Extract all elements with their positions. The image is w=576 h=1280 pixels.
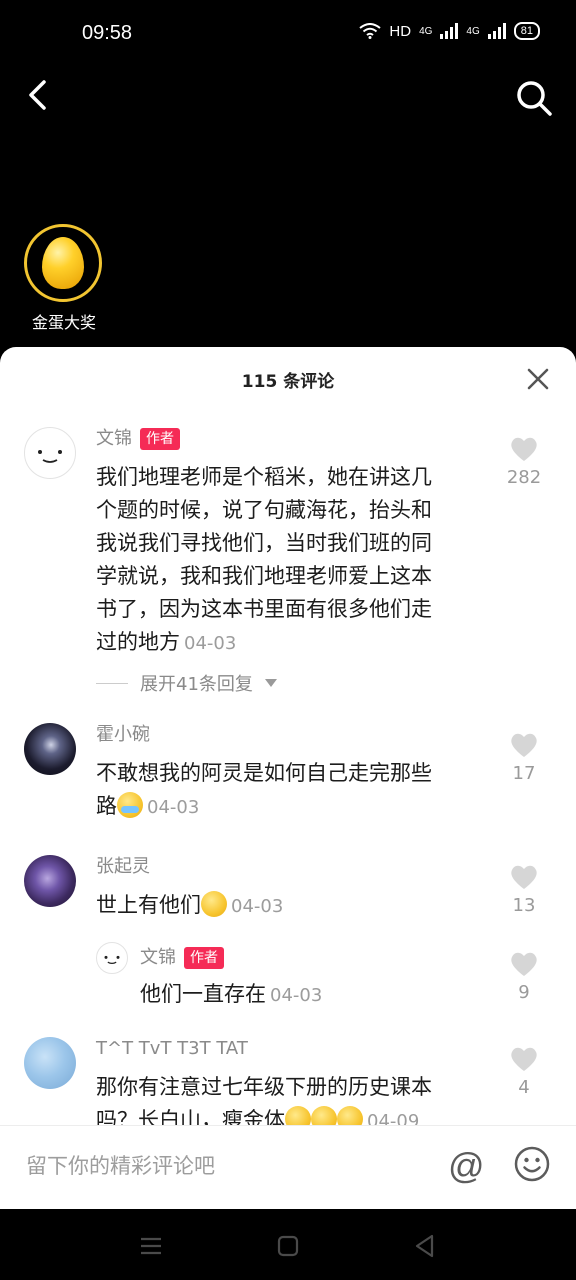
signal-icon-2 <box>487 23 506 39</box>
smiley-avatar-icon <box>104 955 120 964</box>
heart-icon <box>511 1047 537 1071</box>
signal-icon <box>440 23 459 39</box>
comment-date: 04-03 <box>270 985 323 1006</box>
expand-replies-button[interactable]: 展开41条回复 <box>96 670 277 696</box>
comment-text: 世上有他们 04-03 <box>96 889 436 923</box>
comment-body: 世上有他们 <box>96 893 201 917</box>
avatar[interactable] <box>24 427 76 479</box>
like-count: 4 <box>518 1077 530 1098</box>
like-count: 282 <box>506 467 542 488</box>
mention-button[interactable]: @ <box>448 1146 488 1186</box>
smiley-avatar-icon <box>38 450 62 463</box>
comments-count-title: 115 条评论 <box>241 372 335 392</box>
battery-indicator: 81 <box>513 22 540 40</box>
emoji-icon <box>201 891 227 917</box>
comment-body: 我们地理老师是个稻米，她在讲这几个题的时候，说了句藏海花，抬头和我说我们寻找他们… <box>96 465 432 654</box>
author-name: 文锦 <box>140 947 176 968</box>
like-button[interactable]: 282 <box>504 435 544 488</box>
comment-author[interactable]: 文锦 作者 <box>140 946 224 970</box>
caret-down-icon <box>264 679 277 687</box>
golden-egg-label: 金蛋大奖 <box>31 313 96 332</box>
comment-date: 04-03 <box>147 797 200 818</box>
author-name: 文锦 <box>96 428 132 449</box>
network-type-2: 4G <box>466 25 480 37</box>
like-button[interactable]: 4 <box>504 1045 544 1098</box>
comment-author[interactable]: 文锦 作者 <box>96 427 180 451</box>
expand-replies-label: 展开41条回复 <box>140 674 253 695</box>
avatar[interactable] <box>96 942 128 974</box>
status-bar: 09:58 HD 4G 4G 81 <box>0 0 576 70</box>
comment-date: 04-03 <box>184 633 237 654</box>
search-icon[interactable] <box>514 78 554 118</box>
author-name: 张起灵 <box>96 856 150 877</box>
comment-text: 不敢想我的阿灵是如何自己走完那些路 04-03 <box>96 757 436 824</box>
comment-author[interactable]: 霍小碗 <box>96 723 150 747</box>
heart-icon <box>511 733 537 757</box>
status-icons: HD 4G 4G 81 <box>359 22 540 40</box>
wifi-icon <box>359 23 382 39</box>
author-tag: 作者 <box>184 947 224 969</box>
avatar[interactable] <box>24 1037 76 1089</box>
heart-icon <box>511 437 537 461</box>
like-button[interactable]: 17 <box>504 731 544 784</box>
home-icon[interactable] <box>273 1231 303 1261</box>
chevron-left-icon[interactable] <box>22 78 56 112</box>
avatar[interactable] <box>24 855 76 907</box>
comment-text: 他们一直存在 04-03 <box>140 978 440 1012</box>
heart-icon <box>511 865 537 889</box>
hd-label: HD <box>389 22 412 40</box>
comment-text: 我们地理老师是个稻米，她在讲这几个题的时候，说了句藏海花，抬头和我说我们寻找他们… <box>96 461 436 660</box>
emoji-picker-icon[interactable] <box>514 1146 550 1182</box>
heart-icon <box>511 952 537 976</box>
divider <box>96 682 128 684</box>
top-nav <box>0 70 576 130</box>
comment-input[interactable]: 留下你的精彩评论吧 <box>26 1150 406 1180</box>
comment-body: 他们一直存在 <box>140 982 266 1006</box>
comment-item: 霍小碗 不敢想我的阿灵是如何自己走完那些路 04-03 17 <box>24 723 544 833</box>
avatar[interactable] <box>24 723 76 775</box>
comment-item: 张起灵 世上有他们 04-03 13 <box>24 855 544 945</box>
menu-icon[interactable] <box>136 1231 166 1261</box>
comment-input-bar: 留下你的精彩评论吧 @ <box>0 1125 576 1210</box>
comment-date: 04-03 <box>231 896 284 917</box>
golden-egg-button[interactable] <box>24 224 102 302</box>
back-triangle-icon[interactable] <box>410 1231 440 1261</box>
author-name: T^T TvT T3T TAT <box>96 1038 248 1059</box>
like-button[interactable]: 13 <box>504 863 544 916</box>
close-icon[interactable] <box>526 367 550 391</box>
like-button[interactable]: 9 <box>504 950 544 1003</box>
golden-egg-icon <box>42 237 84 289</box>
crying-emoji-icon <box>117 792 143 818</box>
comments-sheet: 115 条评论 文锦 作者 我们地理老师是个稻米，她在讲这几个题的时候，说了句藏… <box>0 347 576 1207</box>
author-tag: 作者 <box>140 428 180 450</box>
comment-item: T^T TvT T3T TAT 那你有注意过七年级下册的历史课本吗？长白山，瘦金… <box>24 1037 544 1137</box>
like-count: 17 <box>512 763 536 784</box>
comment-author[interactable]: 张起灵 <box>96 855 150 879</box>
reply-item: 文锦 作者 他们一直存在 04-03 9 <box>96 942 544 1022</box>
network-type-1: 4G <box>419 25 433 37</box>
status-time: 09:58 <box>82 22 133 44</box>
like-count: 9 <box>518 982 530 1003</box>
system-nav-bar <box>0 1209 576 1280</box>
like-count: 13 <box>512 895 536 916</box>
author-name: 霍小碗 <box>96 724 150 745</box>
comment-author[interactable]: T^T TvT T3T TAT <box>96 1037 248 1061</box>
